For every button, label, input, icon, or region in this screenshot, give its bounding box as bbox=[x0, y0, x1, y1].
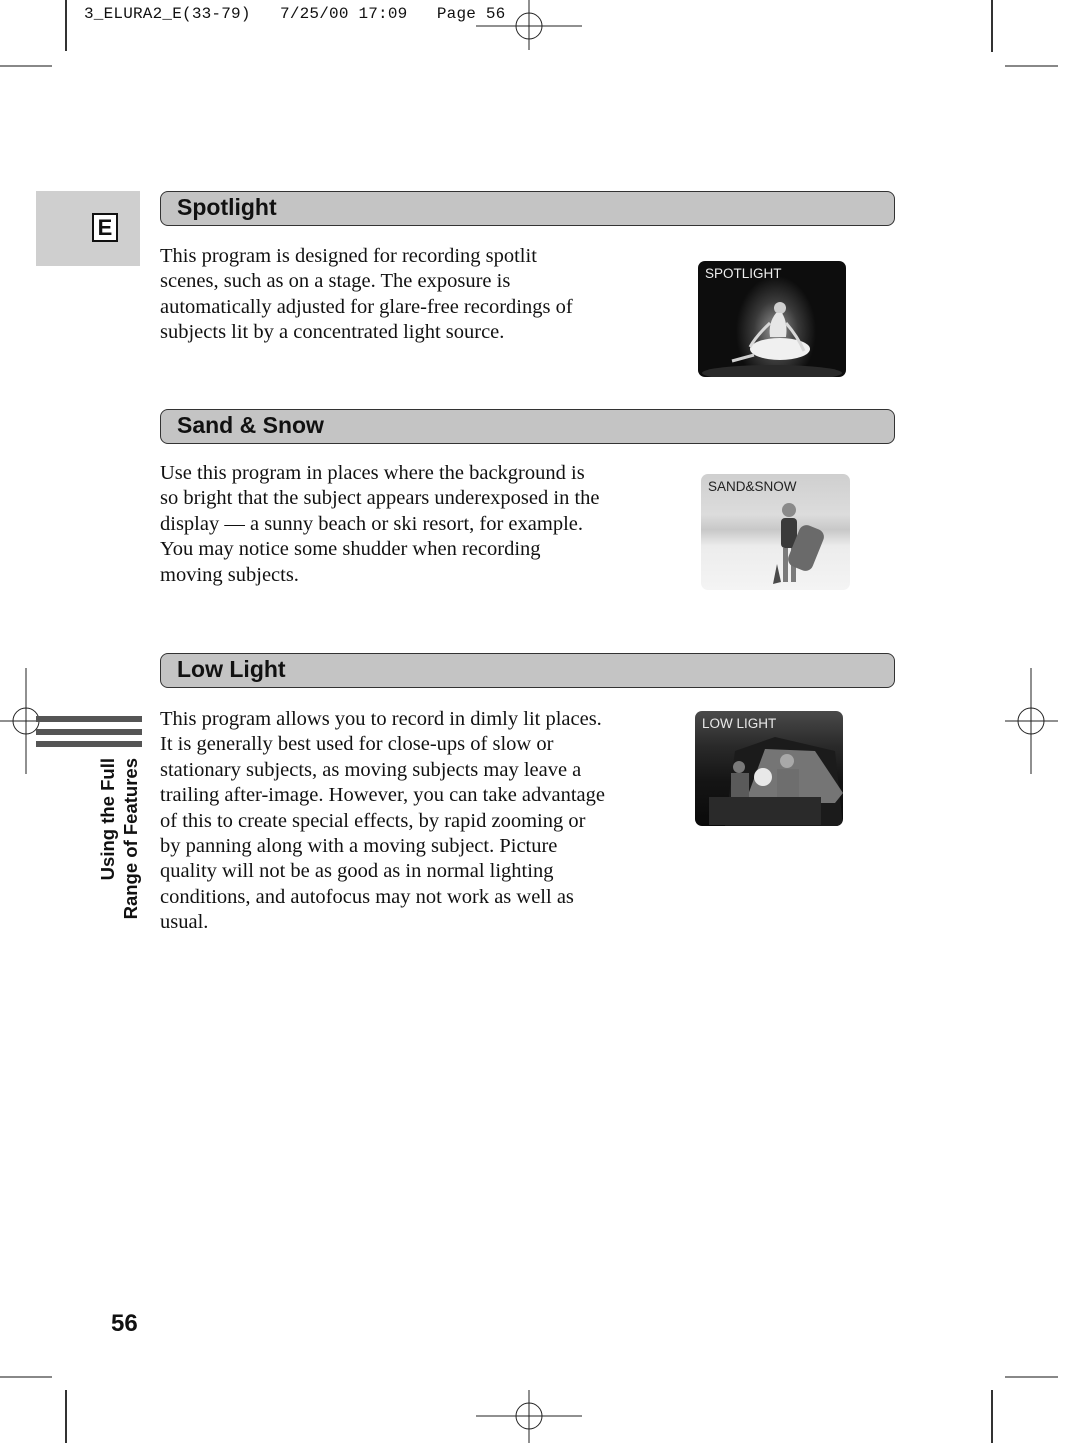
section-title: Low Light bbox=[177, 656, 286, 682]
section-body-spotlight: This program is designed for recording s… bbox=[160, 244, 590, 346]
section-paragraph: Use this program in places where the bac… bbox=[160, 462, 600, 586]
crop-mark-top-right-vertical bbox=[991, 0, 993, 52]
crop-mark-bottom-right-vertical bbox=[991, 1390, 993, 1443]
chapter-side-label: Using the Full Range of Features bbox=[96, 758, 144, 934]
registration-mark-top-icon bbox=[476, 0, 582, 50]
registration-mark-bottom-icon bbox=[476, 1390, 582, 1443]
crop-mark-bottom-left-vertical bbox=[65, 1390, 67, 1443]
section-title: Sand & Snow bbox=[177, 412, 324, 438]
preview-label: SAND&SNOW bbox=[708, 479, 797, 494]
section-paragraph: This program allows you to record in dim… bbox=[160, 708, 606, 934]
language-tab bbox=[36, 191, 140, 266]
chapter-bar bbox=[36, 716, 142, 722]
language-tab-letter: E bbox=[92, 213, 118, 242]
section-body-low-light: This program allows you to record in dim… bbox=[160, 707, 605, 936]
chapter-label-line-2: Range of Features bbox=[120, 758, 141, 920]
section-paragraph: This program is designed for recording s… bbox=[160, 245, 573, 344]
chapter-label-line-1: Using the Full bbox=[97, 758, 118, 881]
chapter-bar bbox=[36, 741, 142, 747]
print-slug: 3_ELURA2_E(33-79) 7/25/00 17:09 Page 56 bbox=[84, 5, 506, 23]
section-header-sand-snow: Sand & Snow bbox=[160, 409, 895, 444]
low-light-preview-image: LOW LIGHT bbox=[695, 711, 843, 826]
preview-label: SPOTLIGHT bbox=[705, 266, 782, 281]
page-number: 56 bbox=[111, 1310, 138, 1337]
crop-mark-bottom-left-horizontal bbox=[0, 1376, 52, 1378]
registration-mark-right-icon bbox=[1005, 668, 1058, 774]
section-header-low-light: Low Light bbox=[160, 653, 895, 688]
crop-mark-top-right-horizontal bbox=[1005, 65, 1058, 67]
spotlight-preview-image: SPOTLIGHT bbox=[698, 261, 846, 377]
sand-snow-preview-image: SAND&SNOW bbox=[701, 474, 850, 590]
chapter-bar bbox=[36, 729, 142, 735]
crop-mark-top-left-vertical bbox=[65, 0, 67, 51]
section-title: Spotlight bbox=[177, 194, 277, 220]
preview-label: LOW LIGHT bbox=[702, 716, 777, 731]
section-header-spotlight: Spotlight bbox=[160, 191, 895, 226]
crop-mark-bottom-right-horizontal bbox=[1005, 1376, 1058, 1378]
crop-mark-top-left-horizontal bbox=[0, 65, 52, 67]
section-body-sand-snow: Use this program in places where the bac… bbox=[160, 461, 605, 588]
